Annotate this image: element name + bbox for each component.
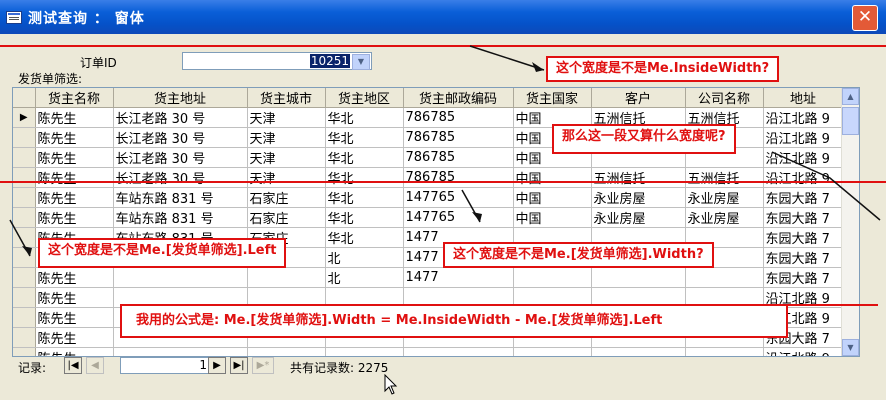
callout-left: 这个宽度是不是Me.[发货单筛选].Left: [38, 238, 287, 268]
arrow-line: [771, 151, 881, 221]
callout-inside-width: 这个宽度是不是Me.InsideWidth?: [546, 56, 780, 82]
arrowhead: [22, 246, 32, 256]
callout-what-width: 那么这一段又算什么宽度呢?: [552, 124, 736, 154]
arrowhead: [472, 212, 482, 222]
callout-width: 这个宽度是不是Me.[发货单筛选].Width?: [443, 242, 714, 268]
mouse-cursor-icon: [384, 374, 398, 395]
arrow-line: [469, 45, 545, 71]
callout-formula: 我用的公式是: Me.[发货单筛选].Width = Me.InsideWidt…: [120, 304, 788, 338]
